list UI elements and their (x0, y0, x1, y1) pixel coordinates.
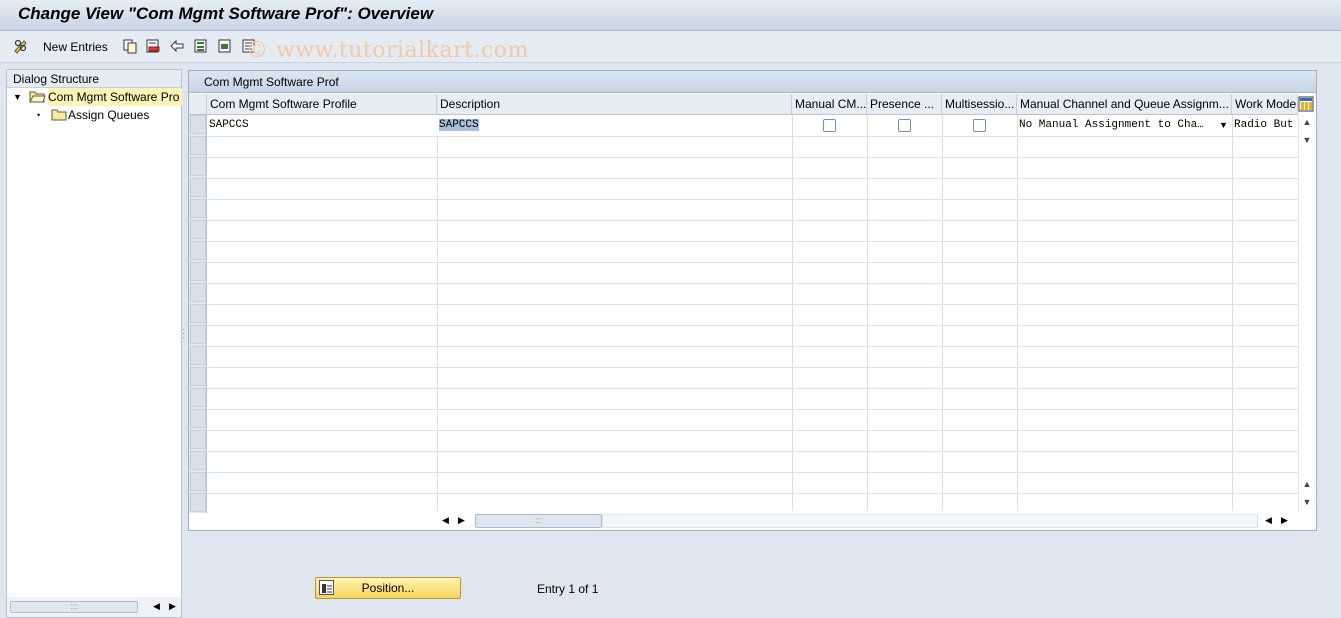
panel-splitter[interactable]: · · · (182, 69, 187, 618)
tree-horizontal-scrollbar[interactable]: ::: ◀ ▶ (7, 597, 181, 617)
grid-line (207, 283, 1298, 284)
row-selector[interactable] (190, 388, 206, 407)
manual-cm-checkbox[interactable] (823, 119, 836, 132)
application-toolbar: New Entries © www.tutorialkart.com (0, 31, 1341, 63)
column-header-work-mode[interactable]: Work Mode (1232, 94, 1298, 115)
row-selector[interactable] (190, 199, 206, 218)
grid-line (207, 367, 1298, 368)
scrollbar-track[interactable] (602, 514, 1258, 528)
position-button[interactable]: Position... (315, 577, 461, 599)
row-selector[interactable] (190, 283, 206, 302)
title-bar: Change View "Com Mgmt Software Prof": Ov… (0, 0, 1341, 31)
cell-work-mode[interactable]: Radio But (1232, 115, 1298, 136)
table-vertical-scrollbar[interactable]: ▲ ▼ ▲ ▼ (1298, 115, 1316, 513)
pencil-glasses-icon[interactable] (12, 37, 30, 55)
row-selector[interactable] (190, 136, 206, 155)
column-header-multisession[interactable]: Multisessio... (942, 94, 1017, 115)
tree-bullet: • (37, 110, 41, 120)
grid-line (207, 472, 1298, 473)
page-title: Change View "Com Mgmt Software Prof": Ov… (18, 4, 434, 23)
grid-line (207, 325, 1298, 326)
entry-counter: Entry 1 of 1 (537, 582, 599, 596)
watermark-text: © www.tutorialkart.com (246, 38, 529, 63)
grid-line (207, 304, 1298, 305)
position-label: Position... (361, 581, 415, 595)
row-selector[interactable] (190, 409, 206, 428)
column-header-channel-assignment[interactable]: Manual Channel and Queue Assignm... (1017, 94, 1232, 115)
grid-line (207, 388, 1298, 389)
select-block-icon[interactable] (216, 37, 234, 55)
row-selector[interactable] (190, 325, 206, 344)
delete-icon[interactable] (144, 37, 162, 55)
row-selector[interactable] (190, 472, 206, 491)
table-settings-icon[interactable] (1298, 96, 1314, 115)
row-selector[interactable] (190, 157, 206, 176)
grid-line (207, 493, 1298, 494)
row-selector[interactable] (190, 178, 206, 197)
dropdown-arrow-icon[interactable]: ▼ (1219, 120, 1228, 130)
row-selector[interactable] (190, 451, 206, 470)
cell-profile[interactable]: SAPCCS (207, 115, 437, 136)
tree-node-assign-queues[interactable]: • Assign Queues (7, 106, 181, 124)
tree-node-com-mgmt-software-profile[interactable]: ▼ Com Mgmt Software Pro (7, 88, 182, 106)
copy-icon[interactable] (121, 37, 139, 55)
grid-line (207, 157, 1298, 158)
column-header-presence[interactable]: Presence ... (867, 94, 942, 115)
grid-line (207, 178, 1298, 179)
grid-line (207, 136, 1298, 137)
grid-line (207, 220, 1298, 221)
scroll-down-icon[interactable]: ▼ (1300, 135, 1314, 145)
scroll-left-icon[interactable]: ◀ (153, 601, 160, 612)
scroll-left-icon[interactable]: ◀ (442, 515, 449, 526)
cell-description[interactable]: SAPCCS (437, 115, 792, 136)
presence-checkbox[interactable] (898, 119, 911, 132)
scroll-right-end-icon[interactable]: ▶ (1281, 515, 1288, 526)
undo-icon[interactable] (168, 37, 186, 55)
tree-node-label[interactable]: Com Mgmt Software Pro (48, 88, 182, 106)
dialog-structure-panel: Dialog Structure ▼ Com Mgmt Software Pro… (6, 69, 182, 618)
position-icon (319, 580, 334, 595)
grid-line (207, 409, 1298, 410)
grid-line (207, 430, 1298, 431)
folder-icon (51, 108, 67, 126)
grid-line (207, 451, 1298, 452)
row-selector[interactable] (190, 262, 206, 281)
select-all-icon[interactable] (192, 37, 210, 55)
grid-line (207, 241, 1298, 242)
scroll-left-end-icon[interactable]: ◀ (1265, 515, 1272, 526)
column-header-manual-cm[interactable]: Manual CM... (792, 94, 867, 115)
table-control: Com Mgmt Software Prof Com Mgmt Software… (188, 70, 1317, 531)
scroll-up-icon[interactable]: ▲ (1300, 117, 1314, 127)
row-selector[interactable] (190, 346, 206, 365)
tree-node-label[interactable]: Assign Queues (68, 106, 149, 124)
column-header-description[interactable]: Description (437, 94, 792, 115)
multisession-checkbox[interactable] (973, 119, 986, 132)
dialog-structure-title: Dialog Structure (7, 70, 181, 88)
row-selector[interactable] (190, 367, 206, 386)
description-value[interactable]: SAPCCS (439, 119, 479, 131)
channel-assignment-dropdown[interactable]: No Manual Assignment to Cha… (1017, 115, 1217, 136)
row-selector-column (189, 115, 207, 513)
grid-line (207, 262, 1298, 263)
row-selector[interactable] (190, 241, 206, 260)
scrollbar-thumb[interactable]: ::: (475, 514, 602, 528)
row-selector[interactable] (190, 493, 206, 512)
tree-expand-icon[interactable]: ▼ (13, 88, 22, 106)
row-selector[interactable] (190, 115, 206, 134)
table-title: Com Mgmt Software Prof (189, 71, 1316, 93)
column-header-profile[interactable]: Com Mgmt Software Profile (207, 94, 437, 115)
row-selector[interactable] (190, 430, 206, 449)
scroll-right-icon[interactable]: ▶ (458, 515, 465, 526)
scrollbar-thumb[interactable]: ::: (10, 601, 138, 613)
table-horizontal-scrollbar[interactable]: ◀ ▶ ::: (436, 514, 1264, 528)
scroll-page-up-icon[interactable]: ▲ (1300, 479, 1314, 489)
grid-line (207, 199, 1298, 200)
scroll-page-down-icon[interactable]: ▼ (1300, 497, 1314, 507)
new-entries-button[interactable]: New Entries (43, 40, 108, 54)
grid-line (207, 346, 1298, 347)
row-selector[interactable] (190, 304, 206, 323)
select-all-corner[interactable] (189, 94, 207, 115)
row-selector[interactable] (190, 220, 206, 239)
scroll-right-icon[interactable]: ▶ (169, 601, 176, 612)
